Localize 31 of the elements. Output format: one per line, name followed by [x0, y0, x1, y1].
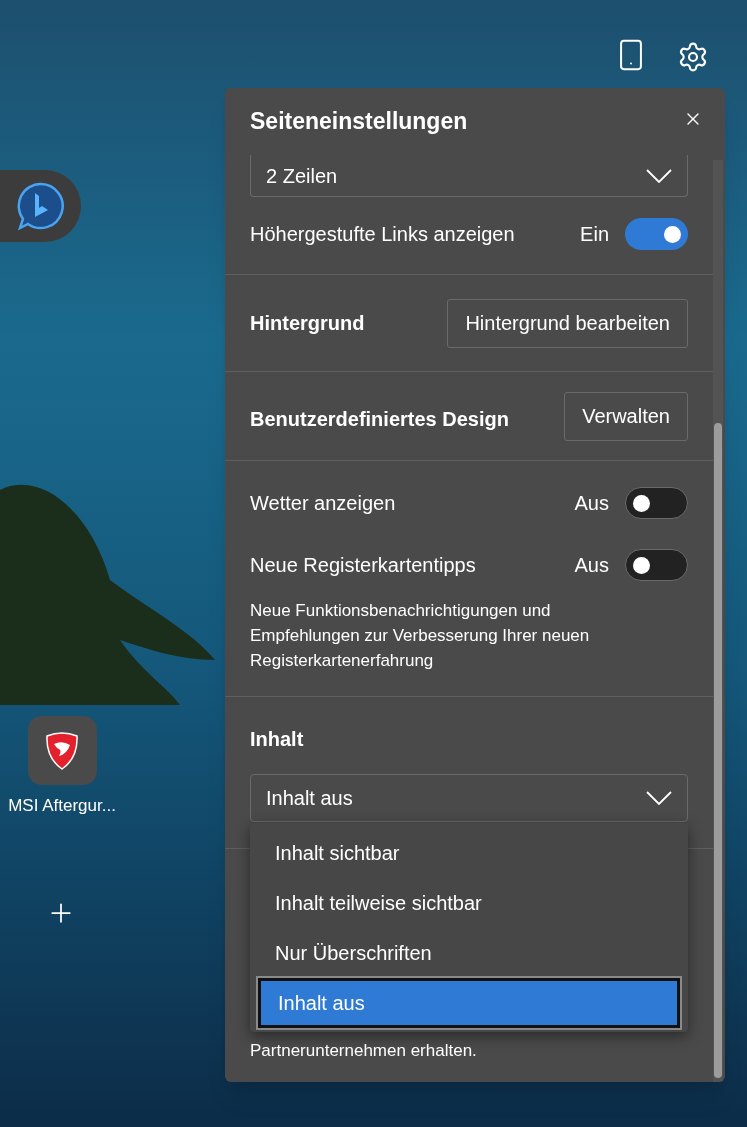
app-label: MSI Aftergur... [8, 795, 116, 817]
toggle-state: Aus [574, 491, 609, 516]
section-heading: Hintergrund [250, 311, 366, 336]
menu-option[interactable]: Nur Überschriften [250, 928, 688, 978]
chat-pill[interactable] [0, 170, 81, 242]
description-text: Neue Funktionsbenachrichtigungen und Empfehlungen zur Verbesserung Ihrer neuen Registerkartenerfahrung [250, 600, 591, 672]
chat-bubble-icon [15, 181, 66, 231]
section-heading: Inhalt [250, 727, 305, 751]
toggle-state: Aus [574, 553, 609, 578]
menu-option[interactable]: Inhalt sichtbar [250, 828, 688, 878]
panel-title: Seiteneinstellungen [250, 107, 468, 137]
toggle-switch[interactable] [625, 487, 688, 519]
toggle-switch[interactable] [625, 549, 688, 581]
setting-label: Höhergestufte Links anzeigen [250, 222, 516, 247]
layout-select[interactable]: 2 Zeilen [250, 155, 688, 197]
description-text: Partnerunternehmen erhalten. [250, 1040, 478, 1062]
shield-icon [45, 731, 79, 770]
app-tile[interactable] [27, 716, 97, 785]
chevron-icon [646, 791, 672, 805]
content-select[interactable]: Inhalt aus [250, 774, 688, 822]
setting-label: Wetter anzeigen [250, 491, 397, 516]
toggle-state: Ein [580, 222, 609, 247]
section-heading: Benutzerdefiniertes Design [250, 407, 510, 432]
chevron-icon [646, 168, 672, 183]
setting-label: Neue Registerkartentipps [250, 553, 477, 578]
menu-option[interactable]: Inhalt aus [258, 978, 680, 1028]
edit-background-button[interactable]: Hintergrund bearbeiten [447, 298, 688, 348]
menu-option[interactable]: Inhalt teilweise sichtbar [250, 878, 688, 928]
settings-icon[interactable] [677, 41, 709, 73]
manage-button[interactable]: Verwalten [564, 391, 688, 441]
toggle-switch[interactable] [625, 218, 688, 250]
